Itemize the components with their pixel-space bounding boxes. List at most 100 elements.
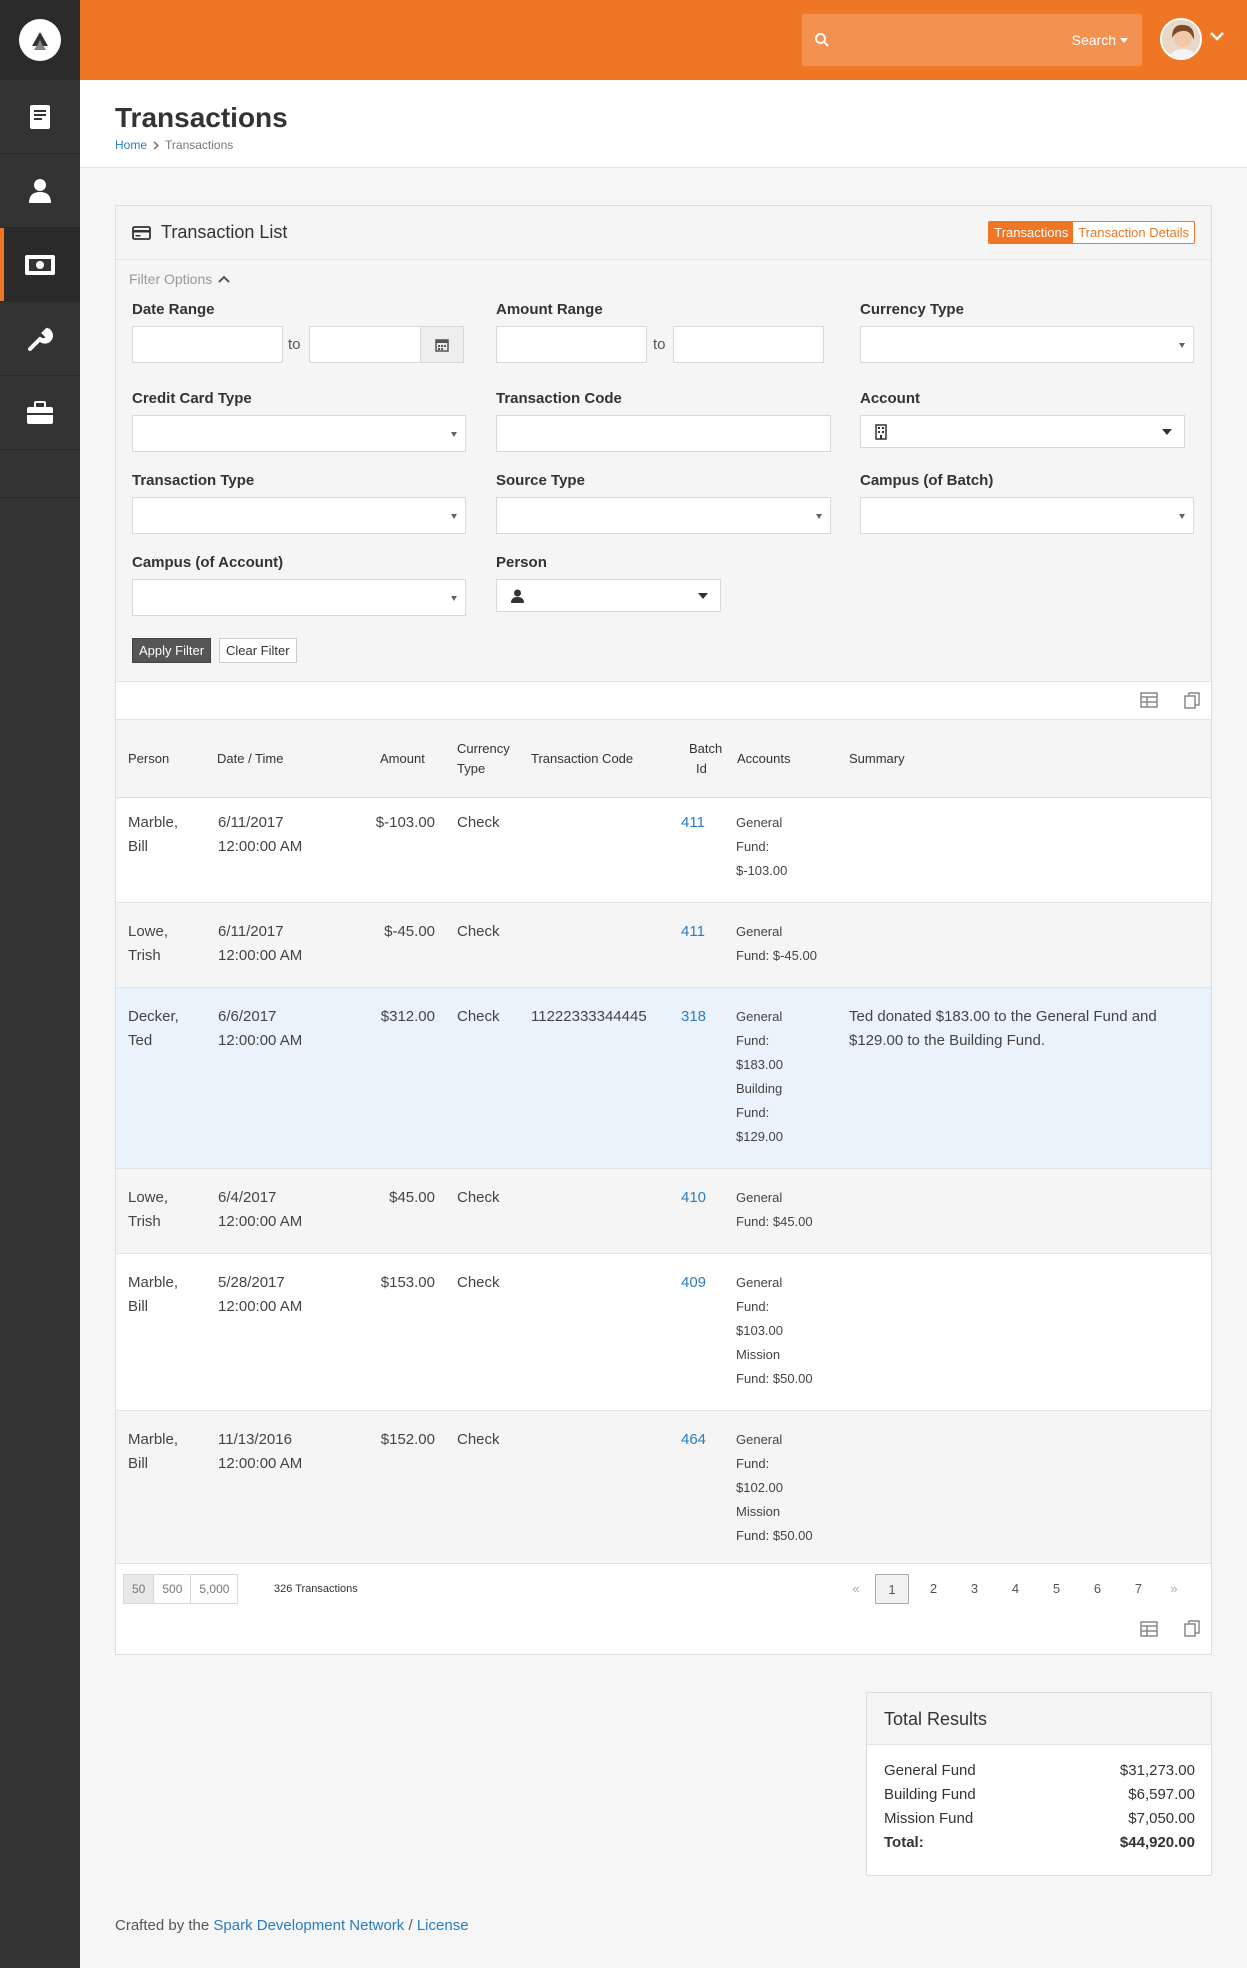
col-summary[interactable]: Summary [849, 751, 905, 766]
batch-link[interactable]: 464 [681, 1428, 706, 1452]
date: 6/6/2017 [218, 1008, 277, 1025]
filter-options-toggle[interactable]: Filter Options [129, 271, 230, 287]
table-row[interactable]: Marble, Bill 6/11/2017 12:00:00 AM $-103… [116, 794, 1211, 903]
footer-spark-link[interactable]: Spark Development Network [213, 1917, 404, 1934]
total-row: Mission Fund $7,050.00 [884, 1807, 1195, 1831]
page-size-50[interactable]: 50 [123, 1574, 155, 1604]
amount: $-103.00 [375, 814, 435, 831]
date-range-start-input[interactable] [132, 326, 283, 363]
search-input[interactable] [830, 14, 1072, 66]
sidebar-item-finance[interactable] [0, 228, 80, 302]
person-picker[interactable] [496, 579, 721, 612]
account-line: Fund: [736, 1299, 770, 1314]
person-first: Trish [128, 947, 161, 964]
table-row[interactable]: Marble, Bill 11/13/2016 12:00:00 AM $152… [116, 1411, 1211, 1568]
date-range-label: Date Range [132, 301, 215, 318]
clear-filter-button[interactable]: Clear Filter [219, 638, 297, 663]
excel-export-icon[interactable] [1140, 692, 1158, 708]
time: 12:00:00 AM [218, 838, 303, 855]
total-row-value: $7,050.00 [1128, 1810, 1195, 1827]
caret-down-icon [1162, 429, 1172, 435]
batch-link[interactable]: 411 [681, 811, 705, 835]
currency-type-select[interactable] [860, 326, 1194, 363]
col-currency-2[interactable]: Type [457, 761, 485, 776]
rock-logo[interactable] [0, 0, 80, 80]
col-currency-1[interactable]: Currency [457, 741, 510, 756]
summary-line: $129.00 to the Building Fund. [849, 1032, 1045, 1049]
page-6[interactable]: 6 [1077, 1574, 1118, 1604]
amount-min-input[interactable] [496, 326, 647, 363]
time: 12:00:00 AM [218, 1455, 303, 1472]
sidebar-item-admin[interactable] [0, 376, 80, 450]
breadcrumb-home[interactable]: Home [115, 138, 147, 152]
campus-batch-select[interactable] [860, 497, 1194, 534]
page-size-500[interactable]: 500 [153, 1574, 192, 1604]
amount-max-input[interactable] [673, 326, 824, 363]
page-size-5000[interactable]: 5,000 [190, 1574, 239, 1604]
caret-down-icon [1120, 37, 1128, 43]
page-2[interactable]: 2 [913, 1574, 954, 1604]
currency-type-label: Currency Type [860, 301, 964, 318]
batch-link[interactable]: 410 [681, 1186, 706, 1210]
person-first: Bill [128, 1455, 149, 1472]
page-3[interactable]: 3 [954, 1574, 995, 1604]
page-4[interactable]: 4 [995, 1574, 1036, 1604]
toggle-transaction-details[interactable]: Transaction Details [1073, 222, 1194, 243]
total-row: Building Fund $6,597.00 [884, 1783, 1195, 1807]
credit-card-type-select[interactable] [132, 415, 466, 452]
sidebar-spacer [0, 450, 80, 498]
calendar-button[interactable] [420, 326, 464, 363]
copy-icon[interactable] [1184, 692, 1200, 709]
campus-account-select[interactable] [132, 579, 466, 616]
date-range-end-input[interactable] [309, 326, 421, 363]
amount: $-45.00 [384, 923, 435, 940]
chevron-down-icon[interactable] [1210, 32, 1224, 42]
page-next[interactable]: » [1159, 1574, 1189, 1604]
batch-link[interactable]: 318 [681, 1005, 706, 1029]
batch-link[interactable]: 411 [681, 920, 705, 944]
sidebar-item-people[interactable] [0, 154, 80, 228]
breadcrumb-current: Transactions [165, 138, 234, 152]
book-icon [30, 104, 50, 129]
source-type-select[interactable] [496, 497, 831, 534]
col-batch-1[interactable]: Batch [689, 741, 722, 756]
page-1[interactable]: 1 [875, 1574, 909, 1604]
sidebar-item-tools[interactable] [0, 302, 80, 376]
breadcrumb: Home Transactions [115, 138, 1247, 152]
excel-export-icon[interactable] [1140, 1621, 1158, 1637]
apply-filter-button[interactable]: Apply Filter [132, 638, 212, 663]
total-results-title: Total Results [867, 1693, 1211, 1745]
col-batch-2[interactable]: Id [696, 761, 707, 776]
avatar[interactable] [1160, 18, 1202, 60]
toggle-transactions[interactable]: Transactions [989, 222, 1074, 243]
col-transaction-code[interactable]: Transaction Code [531, 751, 633, 766]
source-type-label: Source Type [496, 472, 585, 489]
sidebar-item-content[interactable] [0, 80, 80, 154]
transaction-type-select[interactable] [132, 497, 466, 534]
col-person[interactable]: Person [128, 751, 169, 766]
page-5[interactable]: 5 [1036, 1574, 1077, 1604]
person-first: Trish [128, 1213, 161, 1230]
col-accounts[interactable]: Accounts [737, 751, 790, 766]
account-picker[interactable] [860, 415, 1185, 448]
table-row[interactable]: Decker, Ted 6/6/2017 12:00:00 AM $312.00… [116, 988, 1211, 1169]
copy-icon[interactable] [1184, 1620, 1200, 1637]
batch-link[interactable]: 409 [681, 1271, 706, 1295]
footer-license-link[interactable]: License [417, 1917, 469, 1934]
col-amount[interactable]: Amount [380, 751, 425, 766]
transaction-code-input[interactable] [496, 415, 831, 452]
time: 12:00:00 AM [218, 1213, 303, 1230]
account-line: Fund: [736, 839, 770, 854]
amount: $152.00 [380, 1431, 435, 1448]
col-datetime[interactable]: Date / Time [217, 751, 283, 766]
table-row[interactable]: Lowe, Trish 6/4/2017 12:00:00 AM $45.00 … [116, 1169, 1211, 1254]
transaction-type-label: Transaction Type [132, 472, 255, 489]
currency-type: Check [457, 1431, 500, 1448]
page-7[interactable]: 7 [1118, 1574, 1159, 1604]
search-type-button[interactable]: Search [1072, 32, 1142, 48]
currency-type: Check [457, 923, 500, 940]
page-prev[interactable]: « [841, 1574, 871, 1604]
table-row[interactable]: Lowe, Trish 6/11/2017 12:00:00 AM $-45.0… [116, 903, 1211, 988]
table-row[interactable]: Marble, Bill 5/28/2017 12:00:00 AM $153.… [116, 1254, 1211, 1411]
account-line: General [736, 1190, 783, 1205]
